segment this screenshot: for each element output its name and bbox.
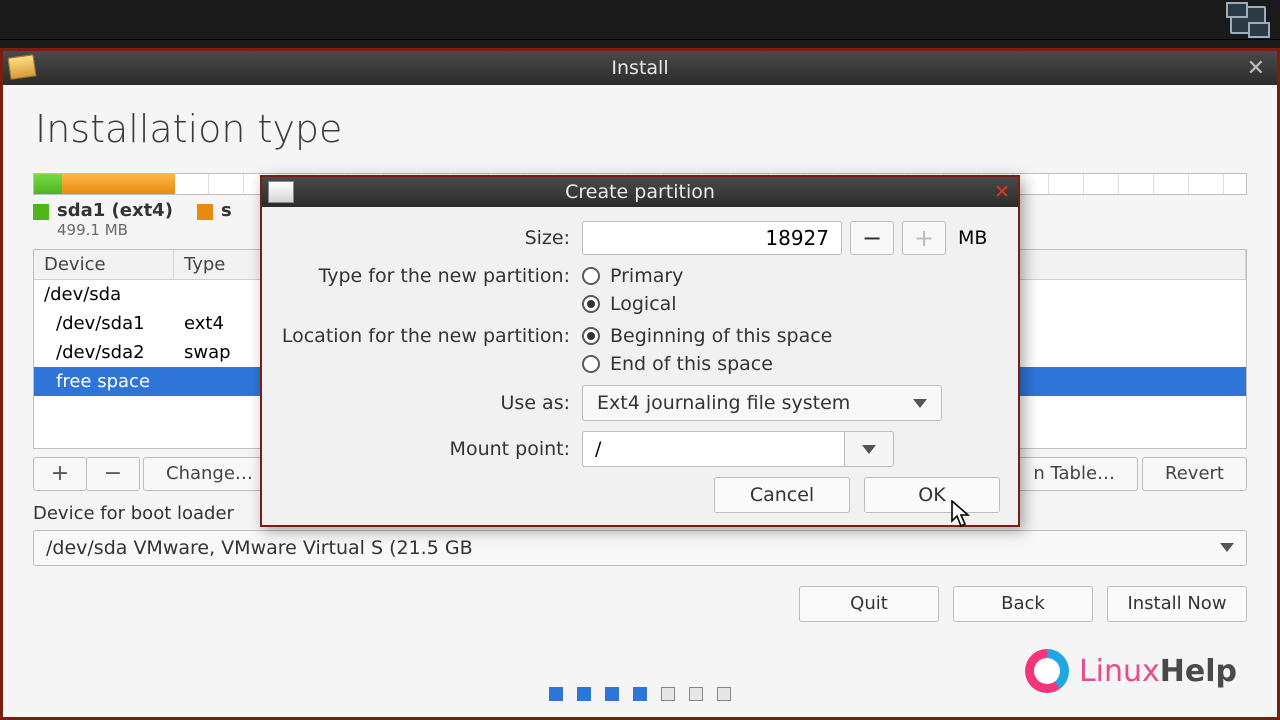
radio-label: Beginning of this space (610, 325, 832, 347)
page-heading: Installation type (35, 107, 1247, 151)
dialog-close-icon[interactable]: ✕ (994, 181, 1010, 203)
usage-segment-sda1 (34, 174, 62, 194)
dialog-body: Size: − + MB Type for the new partition:… (262, 207, 1018, 525)
close-icon[interactable]: ✕ (1247, 56, 1265, 81)
header-device: Device (34, 250, 174, 279)
chevron-down-icon (1220, 543, 1234, 552)
ok-button[interactable]: OK (864, 477, 1000, 513)
radio-icon (582, 355, 600, 373)
pager-dot (689, 687, 703, 701)
location-radio-begin[interactable]: Beginning of this space (582, 325, 832, 347)
use-as-value: Ext4 journaling file system (597, 392, 850, 414)
use-as-label: Use as: (272, 392, 582, 414)
cell-device: /dev/sda (34, 282, 174, 307)
remove-partition-button[interactable]: − (86, 457, 140, 491)
legend-label: s (221, 201, 232, 222)
use-as-select[interactable]: Ext4 journaling file system (582, 385, 942, 421)
back-button[interactable]: Back (953, 586, 1093, 622)
type-label: Type for the new partition: (272, 265, 582, 287)
pager-dot (717, 687, 731, 701)
brand-logo: LinuxHelp (1025, 649, 1237, 693)
desktop: Install ✕ Installation type sda1 (ext4) … (0, 0, 1280, 720)
dialog-buttons: Cancel OK (272, 477, 1000, 513)
cancel-button[interactable]: Cancel (714, 477, 850, 513)
add-partition-button[interactable]: + (33, 457, 87, 491)
legend-size: 499.1 MB (57, 222, 173, 239)
app-icon (8, 54, 37, 79)
type-radio-primary[interactable]: Primary (582, 265, 683, 287)
radio-icon (582, 295, 600, 313)
chevron-down-icon (862, 445, 876, 454)
boot-loader-select[interactable]: /dev/sda VMware, VMware Virtual S (21.5 … (33, 530, 1247, 566)
radio-label: Primary (610, 265, 683, 287)
size-decrement-button[interactable]: − (850, 221, 894, 255)
legend-item-sda1: sda1 (ext4) 499.1 MB (33, 201, 173, 239)
type-radio-logical[interactable]: Logical (582, 293, 677, 315)
step-pager (549, 687, 731, 701)
radio-icon (582, 267, 600, 285)
create-partition-dialog: Create partition ✕ Size: − + MB Type for… (260, 175, 1020, 527)
cell-device: /dev/sda1 (34, 311, 174, 336)
size-unit: MB (958, 227, 987, 249)
install-button[interactable]: Install Now (1107, 586, 1247, 622)
titlebar: Install ✕ (3, 51, 1277, 85)
network-icon[interactable] (1230, 6, 1266, 34)
dialog-title: Create partition (565, 181, 715, 203)
logo-text: LinuxHelp (1079, 654, 1237, 689)
legend-label: sda1 (ext4) (57, 201, 173, 222)
logo-mark-icon (1025, 649, 1069, 693)
dialog-titlebar: Create partition ✕ (262, 177, 1018, 207)
mount-point-dropdown-button[interactable] (844, 431, 894, 467)
top-panel (0, 0, 1280, 40)
cell-type: ext4 (174, 311, 264, 336)
size-label: Size: (272, 227, 582, 249)
cell-type: swap (174, 340, 264, 365)
window-title: Install (611, 57, 668, 79)
change-partition-button[interactable]: Change… (143, 457, 276, 491)
mount-label: Mount point: (272, 438, 582, 460)
radio-label: End of this space (610, 353, 773, 375)
radio-label: Logical (610, 293, 677, 315)
cell-type (174, 282, 264, 307)
legend-swatch (197, 204, 213, 220)
legend-item-sda2: s (197, 201, 232, 222)
size-input[interactable] (582, 221, 842, 255)
location-label: Location for the new partition: (272, 325, 582, 347)
legend-swatch (33, 204, 49, 220)
location-radio-end[interactable]: End of this space (582, 353, 773, 375)
pager-dot (661, 687, 675, 701)
chevron-down-icon (913, 399, 927, 408)
cell-device: free space (34, 369, 174, 394)
footer-buttons: Quit Back Install Now (33, 586, 1247, 622)
usage-segment-sda2 (62, 174, 175, 194)
mount-point-input[interactable] (582, 431, 844, 467)
new-partition-table-button[interactable]: n Table… (1010, 457, 1138, 491)
pager-dot (549, 687, 563, 701)
radio-icon (582, 327, 600, 345)
pager-dot (633, 687, 647, 701)
dialog-app-icon (268, 181, 294, 203)
mouse-cursor-icon (950, 500, 972, 528)
boot-loader-value: /dev/sda VMware, VMware Virtual S (21.5 … (46, 537, 473, 559)
pager-dot (577, 687, 591, 701)
revert-button[interactable]: Revert (1142, 457, 1247, 491)
header-type: Type (174, 250, 264, 279)
pager-dot (605, 687, 619, 701)
quit-button[interactable]: Quit (799, 586, 939, 622)
cell-device: /dev/sda2 (34, 340, 174, 365)
size-increment-button[interactable]: + (902, 221, 946, 255)
